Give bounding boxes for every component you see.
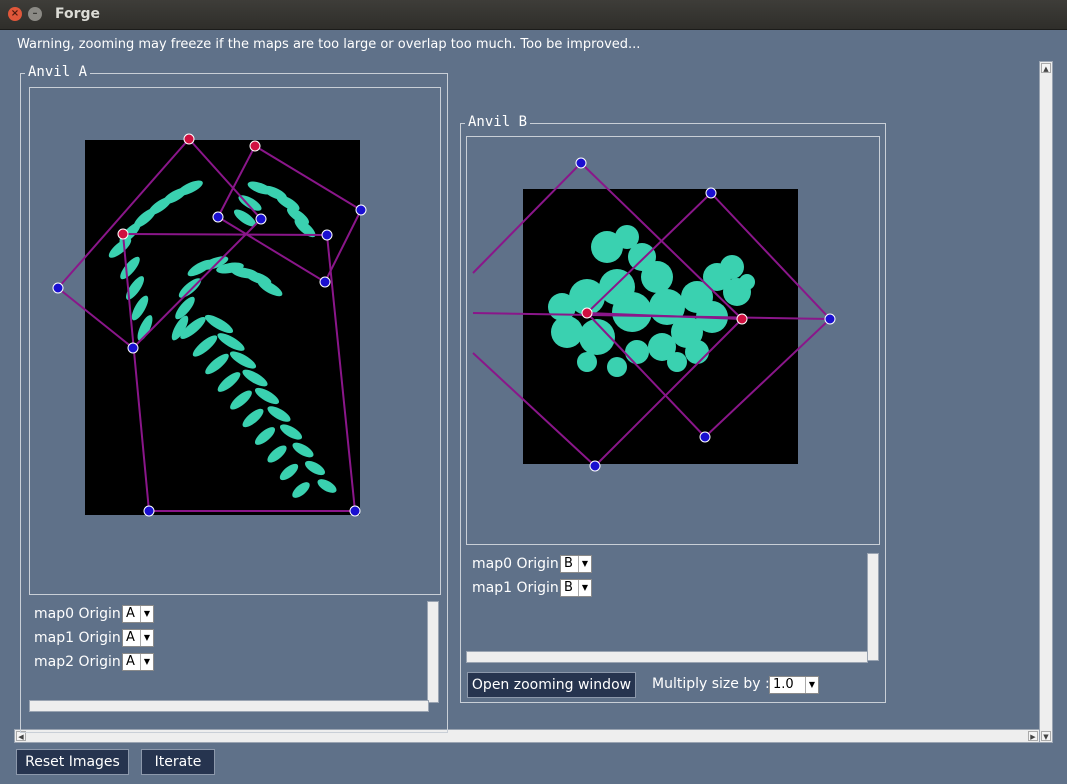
anvil-a-list-vscroll[interactable] bbox=[427, 601, 439, 703]
anvil-a-list-hscroll[interactable] bbox=[29, 700, 429, 712]
handle-blue bbox=[127, 342, 139, 354]
handle-blue bbox=[52, 282, 64, 294]
anvil-b-panel: Anvil B map0 Origin B ▼ map1 Origin B ▼ … bbox=[460, 114, 886, 703]
dragon-blob bbox=[641, 261, 673, 293]
handle-blue bbox=[212, 211, 224, 223]
anvil-a-canvas[interactable] bbox=[30, 88, 440, 594]
chevron-down-icon: ▼ bbox=[578, 556, 591, 572]
handle-blue bbox=[355, 204, 367, 216]
handle-blue bbox=[824, 313, 836, 325]
handle-red bbox=[249, 140, 261, 152]
dragon-blob bbox=[577, 352, 597, 372]
handle-blue bbox=[705, 187, 717, 199]
main-vertical-scrollbar[interactable]: ▲ ▼ bbox=[1039, 61, 1053, 743]
handle-blue bbox=[143, 505, 155, 517]
dragon-blob bbox=[739, 274, 755, 290]
scroll-up-icon[interactable]: ▲ bbox=[1041, 63, 1051, 73]
handle-blue bbox=[575, 157, 587, 169]
list-item: map2 Origin A ▼ bbox=[34, 652, 154, 672]
list-item: map1 Origin B ▼ bbox=[472, 578, 592, 598]
close-icon[interactable]: × bbox=[8, 7, 22, 21]
handle-blue bbox=[699, 431, 711, 443]
dragon-blob bbox=[667, 352, 687, 372]
chevron-down-icon: ▼ bbox=[140, 630, 153, 646]
origin-select[interactable]: B ▼ bbox=[560, 579, 592, 597]
dragon-blob bbox=[607, 357, 627, 377]
handle-blue bbox=[321, 229, 333, 241]
chevron-down-icon: ▼ bbox=[140, 654, 153, 670]
anvil-a-canvas-frame bbox=[29, 87, 441, 595]
anvil-a-panel: Anvil A map0 Origin A ▼ map1 Origin A ▼ … bbox=[20, 64, 448, 733]
map-origin-label: map1 Origin bbox=[472, 580, 559, 596]
origin-select[interactable]: A ▼ bbox=[122, 629, 154, 647]
open-zoom-window-button[interactable]: Open zooming window bbox=[467, 672, 636, 698]
map-origin-label: map0 Origin bbox=[472, 556, 559, 572]
multiply-size-select[interactable]: 1.0 ▼ bbox=[769, 676, 819, 694]
iterate-button[interactable]: Iterate bbox=[141, 749, 215, 775]
handle-blue bbox=[349, 505, 361, 517]
map-origin-label: map1 Origin bbox=[34, 630, 121, 646]
dragon-blob bbox=[551, 316, 583, 348]
origin-select[interactable]: B ▼ bbox=[560, 555, 592, 573]
handle-red bbox=[117, 228, 129, 240]
chevron-down-icon: ▼ bbox=[578, 580, 591, 596]
warning-text: Warning, zooming may freeze if the maps … bbox=[17, 37, 641, 52]
anvil-b-title: Anvil B bbox=[465, 114, 531, 130]
handle-red bbox=[736, 313, 748, 325]
title-bar: × – Forge bbox=[0, 0, 1067, 30]
handle-blue bbox=[319, 276, 331, 288]
chevron-down-icon: ▼ bbox=[140, 606, 153, 622]
dragon-blob bbox=[625, 340, 649, 364]
dragon-blob bbox=[720, 255, 744, 279]
anvil-a-map-list: map0 Origin A ▼ map1 Origin A ▼ map2 Origi… bbox=[29, 599, 441, 714]
dragon-blob bbox=[685, 340, 709, 364]
map-origin-label: map0 Origin bbox=[34, 606, 121, 622]
scroll-down-icon[interactable]: ▼ bbox=[1041, 731, 1051, 741]
chevron-down-icon: ▼ bbox=[805, 677, 818, 693]
anvil-b-canvas[interactable] bbox=[467, 137, 879, 544]
handle-blue bbox=[589, 460, 601, 472]
anvil-b-canvas-frame bbox=[466, 136, 880, 545]
anvil-b-list-hscroll[interactable] bbox=[466, 651, 868, 663]
reset-images-button[interactable]: Reset Images bbox=[16, 749, 129, 775]
multiply-size-label: Multiply size by : bbox=[652, 676, 770, 692]
list-item: map1 Origin A ▼ bbox=[34, 628, 154, 648]
anvil-b-list-vscroll[interactable] bbox=[867, 553, 879, 661]
anvil-b-map-list: map0 Origin B ▼ map1 Origin B ▼ bbox=[466, 552, 880, 664]
handle-red bbox=[581, 307, 593, 319]
list-item: map0 Origin B ▼ bbox=[472, 554, 592, 574]
origin-select[interactable]: A ▼ bbox=[122, 653, 154, 671]
scroll-right-icon[interactable]: ▶ bbox=[1028, 731, 1038, 741]
handle-blue bbox=[255, 213, 267, 225]
window-title: Forge bbox=[55, 6, 101, 22]
dragon-blob bbox=[612, 292, 652, 332]
list-item: map0 Origin A ▼ bbox=[34, 604, 154, 624]
anvil-a-title: Anvil A bbox=[25, 64, 91, 80]
handle-red bbox=[183, 133, 195, 145]
map-origin-label: map2 Origin bbox=[34, 654, 121, 670]
origin-select[interactable]: A ▼ bbox=[122, 605, 154, 623]
minimize-icon[interactable]: – bbox=[28, 7, 42, 21]
